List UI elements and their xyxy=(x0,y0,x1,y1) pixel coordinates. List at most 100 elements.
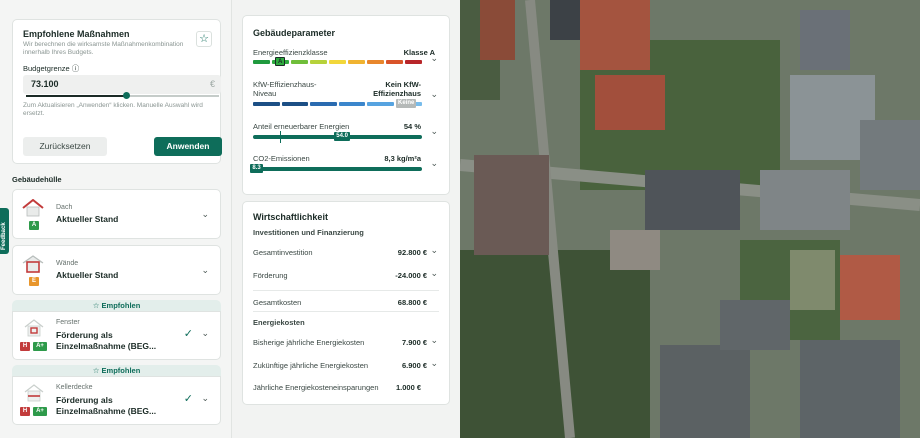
chevron-down-icon[interactable]: ⌄ xyxy=(201,265,209,276)
efficiency-scale-segment xyxy=(405,60,422,64)
co2-bar xyxy=(253,167,422,171)
basement-ceiling-icon xyxy=(24,384,44,402)
efficiency-scale-segment xyxy=(348,60,365,64)
chevron-down-icon[interactable]: ⌄ xyxy=(430,245,438,256)
renewable-label: Anteil erneuerbarer Energien xyxy=(253,122,350,131)
total-invest-label: Gesamtinvestition xyxy=(253,248,313,257)
kfw-scale-segment xyxy=(367,102,394,106)
energy-class-badge: A xyxy=(29,221,39,230)
budget-value: 73.100 xyxy=(31,79,59,89)
funding-label: Förderung xyxy=(253,271,288,280)
window-icon xyxy=(24,319,44,337)
kfw-scale-segment xyxy=(310,102,337,106)
recommendations-subtitle: Wir berechnen die wirksamste Maßnahmenko… xyxy=(23,41,184,56)
efficiency-scale-segment xyxy=(291,60,308,64)
measure-card-walls[interactable]: E Wände Aktueller Stand ⌄ xyxy=(12,245,221,295)
divider xyxy=(253,311,439,312)
total-invest-value: 92.800 € xyxy=(397,248,427,257)
after-class-badge: A+ xyxy=(33,407,47,416)
selected-check-icon: ✓ xyxy=(183,328,193,340)
recommendations-card: Empfohlene Maßnahmen Wir berechnen die w… xyxy=(12,19,222,164)
measure-card-windows[interactable]: H A+ Fenster Förderung als Einzelmaßnahm… xyxy=(12,311,221,360)
recommended-banner: ☆ Empfohlen xyxy=(12,365,221,376)
budget-slider-handle[interactable] xyxy=(123,92,131,99)
budget-slider[interactable] xyxy=(26,92,219,99)
chevron-down-icon[interactable]: ⌄ xyxy=(430,335,438,346)
chevron-down-icon[interactable]: ⌄ xyxy=(430,89,438,100)
economics-card: Wirtschaftlichkeit Investitionen und Fin… xyxy=(242,201,450,405)
measure-kind: Wände xyxy=(56,260,79,267)
star-icon: ☆ xyxy=(199,33,209,45)
efficiency-scale-segment xyxy=(329,60,346,64)
total-cost-label: Gesamtkosten xyxy=(253,298,302,307)
building-params-title: Gebäudeparameter xyxy=(253,28,336,38)
energy-heading: Energiekosten xyxy=(253,318,305,327)
chevron-down-icon[interactable]: ⌄ xyxy=(430,126,438,137)
favorite-star-button[interactable]: ☆ xyxy=(196,31,212,47)
future-cost-value: 6.900 € xyxy=(401,361,427,370)
chevron-down-icon[interactable]: ⌄ xyxy=(201,393,209,404)
energy-class-badge: E xyxy=(29,277,39,286)
apply-button[interactable]: Anwenden xyxy=(154,137,222,156)
aerial-map[interactable] xyxy=(460,0,920,438)
efficiency-label: Energieeffizienzklasse xyxy=(253,48,328,57)
co2-label: CO2-Emissionen xyxy=(253,154,310,163)
selected-check-icon: ✓ xyxy=(183,393,193,405)
currency-symbol: € xyxy=(209,79,215,89)
measures-panel: Empfohlene Maßnahmen Wir berechnen die w… xyxy=(0,0,232,438)
chevron-down-icon[interactable]: ⌄ xyxy=(430,158,438,169)
kfw-marker: Keine xyxy=(396,99,417,108)
renewable-marker: 54.0 xyxy=(334,132,350,141)
chevron-down-icon[interactable]: ⌄ xyxy=(201,209,209,220)
envelope-heading: Gebäudehülle xyxy=(12,175,62,184)
wall-icon xyxy=(22,255,44,273)
future-cost-label: Zukünftige jährliche Energiekosten xyxy=(253,361,369,370)
budget-slider-fill xyxy=(26,95,127,97)
kfw-scale-segment xyxy=(281,102,308,106)
budget-label: Budgetgrenze ⓘ xyxy=(23,64,80,73)
reset-button[interactable]: Zurücksetzen xyxy=(23,137,107,156)
aerial-imagery xyxy=(460,0,920,438)
feedback-tab[interactable]: Feedback xyxy=(0,208,9,254)
chevron-down-icon[interactable]: ⌄ xyxy=(430,53,438,64)
budget-hint: Zum Aktualisieren „Anwenden“ klicken. Ma… xyxy=(23,102,203,117)
efficiency-scale-segment xyxy=(367,60,384,64)
efficiency-scale-segment xyxy=(310,60,327,64)
divider xyxy=(253,290,439,291)
measure-kind: Dach xyxy=(56,204,73,211)
measure-kind: Kellerdecke xyxy=(56,384,93,391)
kfw-label: KfW-Effizienzhaus-Niveau xyxy=(253,80,317,98)
before-class-badge: H xyxy=(20,342,30,351)
co2-value: 8,3 kg/m²a xyxy=(384,154,421,163)
economics-title: Wirtschaftlichkeit xyxy=(253,212,328,222)
savings-value: 1.000 € xyxy=(395,383,421,392)
after-class-badge: A+ xyxy=(33,342,47,351)
renewable-value: 54 % xyxy=(403,122,421,131)
building-params-card: Gebäudeparameter Energieeffizienzklasse … xyxy=(242,15,450,195)
measure-kind: Fenster xyxy=(56,319,80,326)
budget-input[interactable]: 73.100 € xyxy=(23,75,221,94)
efficiency-scale-segment xyxy=(253,60,270,64)
chevron-down-icon[interactable]: ⌄ xyxy=(430,268,438,279)
kfw-value: Kein KfW-Effizienzhaus xyxy=(373,80,421,98)
kfw-scale-segment xyxy=(253,102,280,106)
invest-heading: Investitionen und Finanzierung xyxy=(253,228,364,237)
measure-state: Aktueller Stand xyxy=(56,270,119,280)
measure-state: Förderung als Einzelmaßnahme (BEG... xyxy=(56,395,157,416)
efficiency-scale-segment xyxy=(386,60,403,64)
total-cost-value: 68.800 € xyxy=(397,298,427,307)
prev-cost-label: Bisherige jährliche Energiekosten xyxy=(253,338,365,347)
before-class-badge: H xyxy=(20,407,30,416)
measure-card-roof[interactable]: A Dach Aktueller Stand ⌄ xyxy=(12,189,221,239)
measure-state: Förderung als Einzelmaßnahme (BEG... xyxy=(56,330,157,351)
funding-value: -24.000 € xyxy=(395,271,427,280)
efficiency-marker: A xyxy=(275,57,286,66)
chevron-down-icon[interactable]: ⌄ xyxy=(430,358,438,369)
co2-marker: 8.3 xyxy=(250,164,263,173)
renewable-tick xyxy=(280,131,281,143)
measure-card-basement-ceiling[interactable]: H A+ Kellerdecke Förderung als Einzelmaß… xyxy=(12,376,221,425)
savings-label: Jährliche Energiekosteneinsparungen xyxy=(253,383,379,392)
chevron-down-icon[interactable]: ⌄ xyxy=(201,328,209,339)
prev-cost-value: 7.900 € xyxy=(401,338,427,347)
kfw-scale-segment xyxy=(338,102,365,106)
